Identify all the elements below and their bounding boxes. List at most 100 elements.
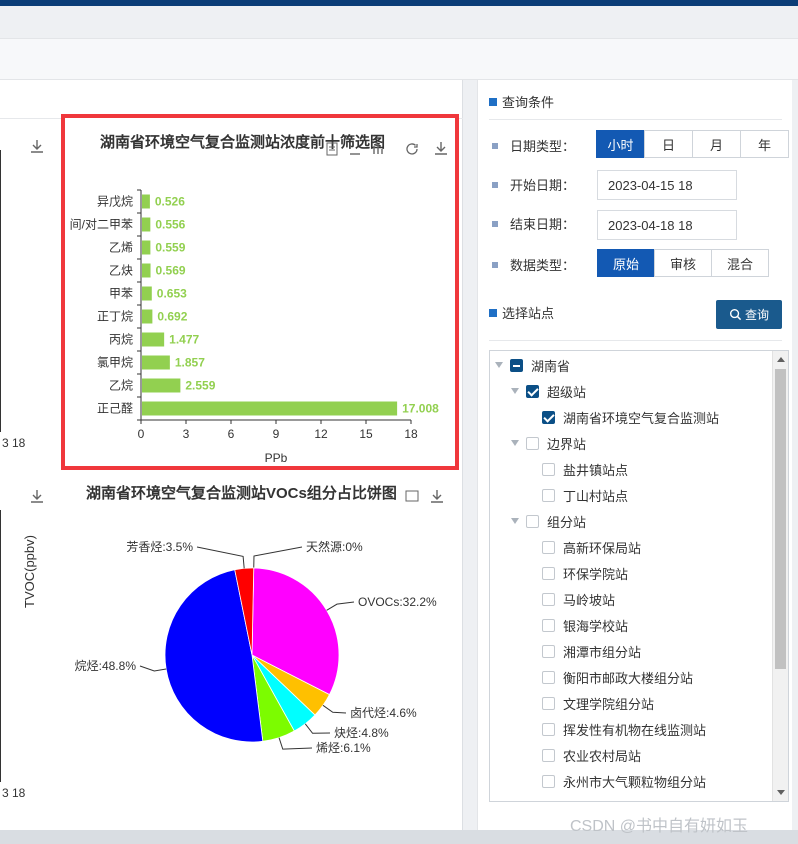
bar-value-label: 1.857 [175,356,205,370]
date-type-day-button[interactable]: 日 [644,130,693,158]
tree-checkbox[interactable] [526,436,539,450]
tree-checkbox[interactable] [526,514,539,528]
search-icon [729,308,742,321]
tree-checkbox[interactable] [542,670,555,684]
tree-node[interactable]: 挥发性有机物在线监测站 [526,717,706,741]
data-type-audited-button[interactable]: 审核 [654,249,712,277]
expand-caret-icon[interactable] [510,386,520,396]
bar-value-label: 0.653 [157,287,187,301]
tree-checkbox[interactable] [542,592,555,606]
data-type-text: 数据类型： [510,258,576,273]
expand-caret-icon[interactable] [494,360,504,370]
pie-chart-plot: 天然源:0% OVOCs:32.2% 卤代烃:4.6% 炔烃:4.8%烯烃:6.1% 烷… [75,539,437,755]
tree-node[interactable]: 丁山村站点 [526,483,628,507]
x-axis-label: PPb [265,451,288,465]
tree-checkbox[interactable] [542,488,555,502]
tree-checkbox[interactable] [542,774,555,788]
tree-checkbox[interactable] [510,358,523,372]
y-tick-label: 乙烷 [109,379,133,393]
download-icon[interactable] [29,488,45,504]
tab-bar [0,38,798,80]
tree-node[interactable]: 湘潭市组分站 [526,639,641,663]
bar [142,355,170,370]
tree-node-label: 湘潭市组分站 [563,644,642,660]
tree-node-label: 湖南省 [531,358,571,374]
query-button[interactable]: 查询 [716,300,782,329]
bar [142,217,151,232]
tree-node-label: 永州市大气颗粒物组分站 [563,774,707,790]
tree-node[interactable]: 湖南省环境空气复合监测站 [526,405,719,429]
date-type-month-button[interactable]: 月 [692,130,741,158]
tree-node-label: 组分站 [547,514,587,530]
tree-node[interactable]: 马岭坡站 [526,587,615,611]
x-tick-label: 9 [273,427,280,441]
data-type-label: 数据类型： [492,255,575,274]
date-type-hour-button[interactable]: 小时 [596,130,645,158]
tree-node[interactable]: 湖南省 [494,353,570,377]
watermark: CSDN @书中自有妍如玉 [570,818,749,835]
scrollbar-thumb[interactable] [775,369,786,669]
bar [142,401,398,416]
tree-node[interactable]: 银海学校站 [526,613,628,637]
section-marker-icon [489,308,497,317]
tree-node[interactable]: 边界站 [510,431,586,455]
pie-label-line [326,601,355,611]
tree-node-label: 湖南省环境空气复合监测站 [563,410,720,426]
bar-value-label: 0.569 [156,264,186,278]
tree-checkbox[interactable] [542,644,555,658]
tree-node[interactable]: 永州市大气颗粒物组分站 [526,769,706,793]
tree-checkbox[interactable] [542,748,555,762]
bar [142,194,150,209]
tree-node[interactable]: 文理学院组分站 [526,691,654,715]
tree-checkbox[interactable] [542,722,555,736]
data-type-raw-button[interactable]: 原始 [597,249,655,277]
tree-node-label: 高新环保局站 [563,540,642,556]
scroll-down-icon[interactable] [777,790,785,795]
expand-caret-icon[interactable] [510,438,520,448]
tree-checkbox[interactable] [542,540,555,554]
tree-node-label: 超级站 [547,384,587,400]
bar-chart-plot: 异戊烷 0.526 间/对二甲苯 0.556 乙烯 0.559 乙炔 0.569 甲苯 0.653… [70,189,439,465]
tree-node[interactable]: 盐井镇站点 [526,457,628,481]
data-type-mixed-button[interactable]: 混合 [711,249,769,277]
tree-checkbox[interactable] [526,384,539,398]
tree-node[interactable]: 超级站 [510,379,586,403]
y-tick-label: 异戊烷 [97,195,133,209]
data-type-selector: 原始 审核 混合 [597,249,769,277]
tree-node[interactable]: 衡阳市邮政大楼组分站 [526,665,693,689]
pie-label-line [196,546,245,569]
tree-scrollbar[interactable] [772,351,788,801]
bar [142,240,151,255]
tree-checkbox[interactable] [542,410,555,424]
y-tick-label: 甲苯 [109,287,133,301]
x-tick-label: 15 [359,427,373,441]
start-date-input[interactable]: 2023-04-15 18 [597,170,737,200]
station-section-title: 选择站点 [489,303,554,322]
query-section-title: 查询条件 [489,92,554,111]
tree-node[interactable]: 农业农村局站 [526,743,641,767]
tree-node[interactable]: 组分站 [510,509,586,533]
section-marker-icon [489,97,497,106]
scroll-up-icon[interactable] [777,357,785,362]
date-type-year-button[interactable]: 年 [740,130,789,158]
tree-checkbox[interactable] [542,696,555,710]
pie-label-line [304,723,331,734]
tree-checkbox[interactable] [542,566,555,580]
bar [142,378,181,393]
expand-caret-icon[interactable] [510,516,520,526]
tree-node-label: 文理学院组分站 [563,696,655,712]
y-tick-label: 氯甲烷 [97,356,133,370]
image-save-icon[interactable] [404,488,420,504]
tree-checkbox[interactable] [542,462,555,476]
bullet-icon [492,220,498,227]
tree-node-label: 衡阳市邮政大楼组分站 [563,670,694,686]
end-date-input[interactable]: 2023-04-18 18 [597,210,737,240]
divider [489,340,782,341]
download-icon[interactable] [429,488,445,504]
y-tick-label: 正己醛 [97,401,133,416]
tree-node[interactable]: 高新环保局站 [526,535,641,559]
bullet-icon [492,181,498,188]
download-icon[interactable] [29,138,45,154]
tree-node[interactable]: 环保学院站 [526,561,628,585]
tree-checkbox[interactable] [542,618,555,632]
